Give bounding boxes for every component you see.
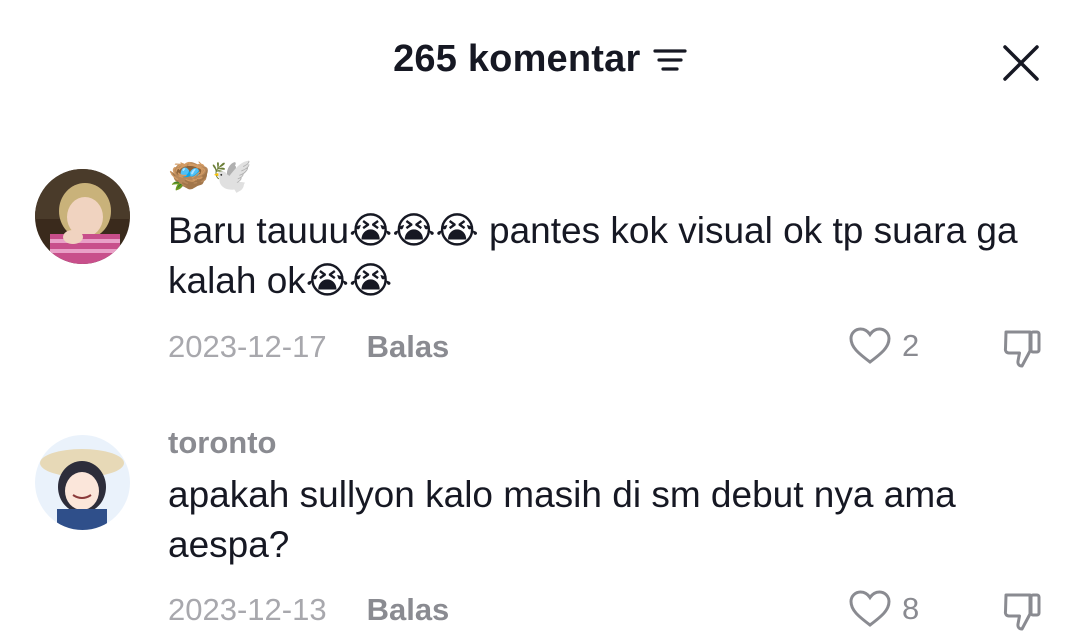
sort-icon[interactable] <box>653 46 687 74</box>
comment-item: 🪺🕊️ Baru tauuu😭😭😭 pantes kok visual ok t… <box>0 150 1080 380</box>
close-icon[interactable] <box>1000 42 1042 84</box>
comments-header: 265 komentar <box>0 0 1080 125</box>
avatar[interactable] <box>35 435 130 530</box>
comment-item: toronto apakah sullyon kalo masih di sm … <box>0 415 1080 631</box>
comment-meta: 2023-12-17 Balas <box>168 329 449 365</box>
like-count: 2 <box>902 328 920 363</box>
comment-date: 2023-12-17 <box>168 329 327 364</box>
reply-button[interactable]: Balas <box>367 592 450 627</box>
comment-text: apakah sullyon kalo masih di sm debut ny… <box>168 474 956 565</box>
reply-button[interactable]: Balas <box>367 329 450 364</box>
comment-date: 2023-12-13 <box>168 592 327 627</box>
comment-count-title: 265 komentar <box>393 38 641 80</box>
like-count: 8 <box>902 591 920 626</box>
comment-meta: 2023-12-13 Balas <box>168 592 449 628</box>
heart-icon <box>849 327 891 364</box>
title-row: 265 komentar <box>0 38 1080 81</box>
username-emoji[interactable]: 🪺🕊️ <box>168 156 253 196</box>
like-button[interactable]: 8 <box>848 589 919 629</box>
username[interactable]: toronto <box>168 425 276 461</box>
dislike-icon[interactable] <box>1000 589 1044 633</box>
heart-icon <box>849 590 891 627</box>
like-button[interactable]: 2 <box>848 326 919 366</box>
avatar[interactable] <box>35 169 130 264</box>
dislike-icon[interactable] <box>1000 326 1044 370</box>
comment-text: Baru tauuu😭😭😭 pantes kok visual ok tp su… <box>168 210 1018 301</box>
